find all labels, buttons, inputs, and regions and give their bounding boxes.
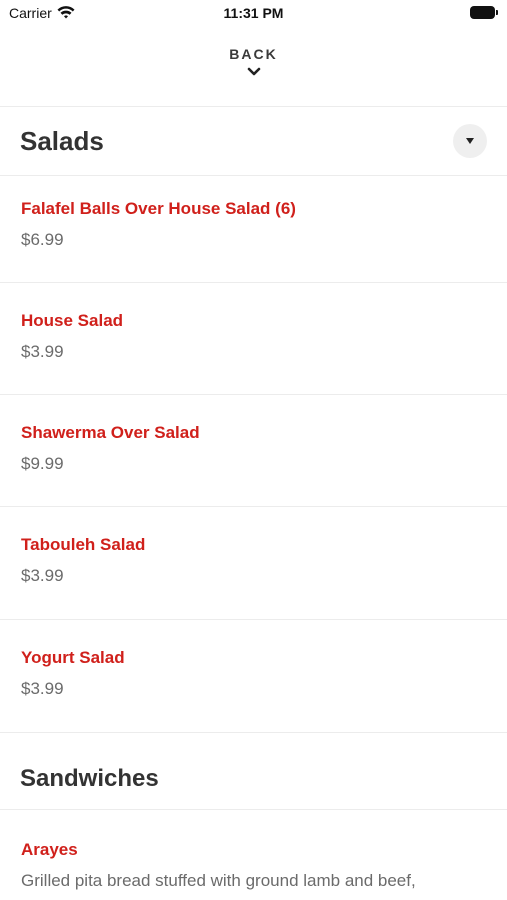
section-title: Sandwiches: [20, 765, 159, 792]
item-price: $3.99: [21, 342, 64, 361]
menu-item[interactable]: House Salad $3.99: [0, 283, 507, 395]
collapse-section-button[interactable]: [453, 124, 487, 158]
item-price: $3.99: [21, 679, 64, 698]
menu-item[interactable]: Falafel Balls Over House Salad (6) $6.99: [0, 171, 507, 283]
menu-item[interactable]: Arayes Grilled pita bread stuffed with g…: [0, 812, 507, 900]
item-name: Yogurt Salad: [21, 648, 125, 667]
section-title: Salads: [20, 126, 104, 156]
back-label: BACK: [229, 46, 278, 62]
item-name: Shawerma Over Salad: [21, 423, 200, 442]
item-price: $9.99: [21, 454, 64, 473]
section-header-salads: Salads: [0, 107, 507, 175]
caret-down-icon: [466, 138, 474, 144]
chevron-down-icon: [247, 67, 260, 76]
item-name: House Salad: [21, 311, 124, 330]
menu-item[interactable]: Shawerma Over Salad $9.99: [0, 395, 507, 507]
back-button[interactable]: BACK: [0, 46, 507, 78]
item-price: $3.99: [21, 566, 64, 585]
item-description: Grilled pita bread stuffed with ground l…: [21, 871, 416, 890]
status-bar: Carrier 11:31 PM: [0, 0, 507, 28]
item-name: Tabouleh Salad: [21, 535, 146, 554]
menu-item[interactable]: Yogurt Salad $3.99: [0, 620, 507, 732]
clock: 11:31 PM: [223, 5, 284, 21]
item-name: Falafel Balls Over House Salad (6): [21, 199, 296, 218]
section-header-sandwiches: Sandwiches: [0, 733, 507, 809]
divider: [0, 809, 507, 810]
item-name: Arayes: [21, 840, 78, 859]
item-price: $6.99: [21, 230, 64, 249]
battery-icon: [470, 6, 498, 19]
menu-item[interactable]: Tabouleh Salad $3.99: [0, 507, 507, 619]
